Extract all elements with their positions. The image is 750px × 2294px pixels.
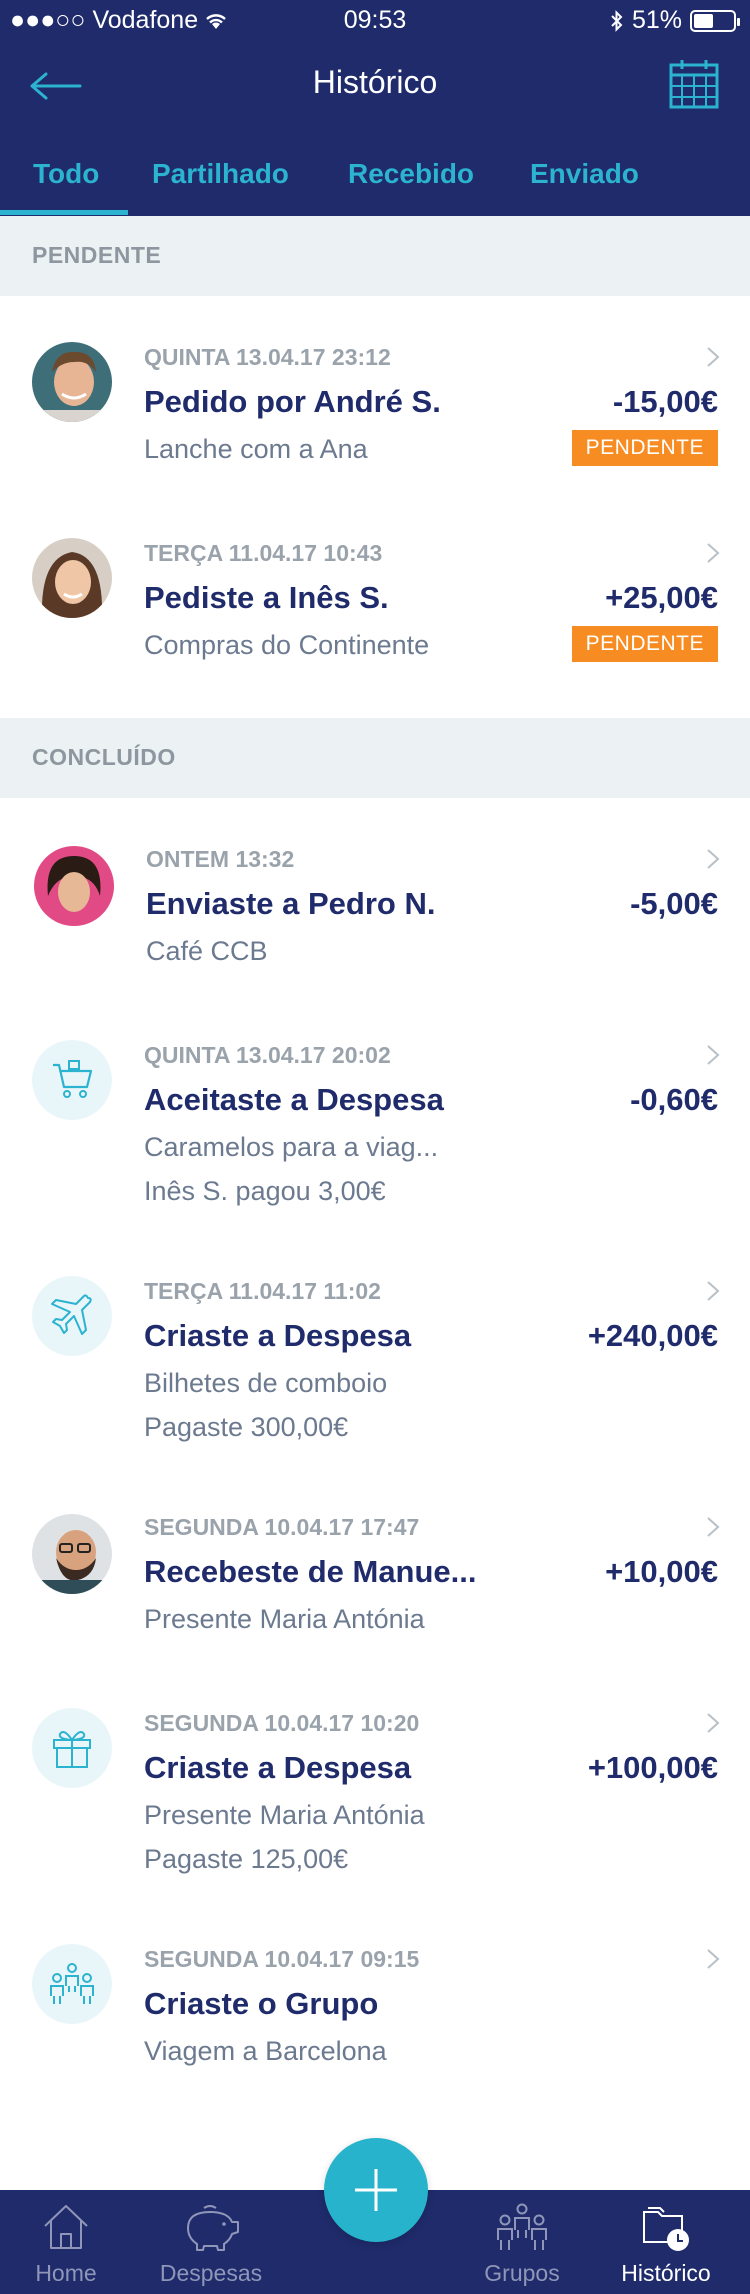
chevron-right-icon [707,849,720,869]
avatar [32,1040,112,1120]
item-title: Aceitaste a Despesa [144,1082,444,1117]
item-date: TERÇA 11.04.17 11:02 [144,1278,381,1304]
item-amount: -5,00€ [630,886,718,921]
chevron-right-icon [707,1713,720,1733]
section-label: CONCLUÍDO [32,744,176,770]
chevron-right-icon [707,347,720,367]
item-description: Caramelos para a viag... [144,1132,439,1162]
item-payment-note: Pagaste 125,00€ [144,1844,349,1874]
tab-todo[interactable]: Todo [33,158,99,190]
list-item[interactable]: TERÇA 11.04.17 10:43 Pediste a Inês S. C… [0,492,750,718]
item-description: Compras do Continente [144,630,430,660]
item-amount: +10,00€ [605,1554,718,1589]
section-label: PENDENTE [32,242,162,268]
chevron-right-icon [707,1045,720,1065]
item-title: Enviaste a Pedro N. [146,886,436,921]
status-badge: PENDENTE [571,430,718,466]
calendar-icon [669,60,719,109]
item-amount: -15,00€ [612,384,718,419]
nav-label: Grupos [484,2260,560,2286]
avatar [32,342,112,422]
status-badge: PENDENTE [571,626,718,662]
chevron-right-icon [707,1517,720,1537]
item-date: SEGUNDA 10.04.17 10:20 [144,1710,420,1736]
item-description: Presente Maria Antónia [144,1604,425,1634]
item-title: Criaste a Despesa [144,1750,412,1785]
list-item[interactable]: ONTEM 13:32 Enviaste a Pedro N. Café CCB… [0,798,750,994]
item-amount: +100,00€ [587,1750,718,1785]
item-date: QUINTA 13.04.17 23:12 [144,344,391,370]
chevron-right-icon [707,1949,720,1969]
add-button[interactable] [324,2138,428,2242]
bluetooth-icon [611,9,623,32]
section-header-done: CONCLUÍDO [0,718,750,798]
item-title: Criaste a Despesa [144,1318,412,1353]
tab-active-indicator [0,210,128,215]
tab-partilhado[interactable]: Partilhado [152,158,289,190]
chevron-right-icon [707,543,720,563]
page-title: Histórico [312,64,438,100]
gift-icon [53,1731,91,1768]
avatar [32,1708,112,1788]
header: Histórico Todo Partilhado Recebido Envia… [0,40,750,216]
item-amount: +25,00€ [605,580,718,615]
battery-percent: 51% [631,6,682,34]
home-icon [44,2205,88,2249]
item-title: Recebeste de Manue... [144,1554,477,1589]
nav-grupos[interactable]: Grupos [470,2190,574,2294]
status-bar: ●●●○○ Vodafone 09:53 51% [0,0,750,40]
item-date: ONTEM 13:32 [146,846,295,872]
airplane-icon [51,1294,92,1335]
history-folder-icon [643,2207,689,2251]
tab-bar: Todo Partilhado Recebido Enviado [0,144,750,216]
group-icon [497,2203,547,2250]
battery-icon [690,9,740,32]
piggy-bank-icon [187,2205,239,2251]
list-item[interactable]: QUINTA 13.04.17 23:12 Pedido por André S… [0,296,750,492]
list-item[interactable]: TERÇA 11.04.17 11:02 Criaste a Despesa B… [0,1230,750,1466]
tab-recebido[interactable]: Recebido [348,158,474,190]
item-title: Criaste o Grupo [144,1986,379,2021]
item-description: Bilhetes de comboio [144,1368,388,1398]
avatar [32,1944,112,2024]
section-header-pending: PENDENTE [0,216,750,296]
item-description: Viagem a Barcelona [144,2036,387,2066]
avatar [32,1514,112,1594]
item-date: SEGUNDA 10.04.17 09:15 [144,1946,420,1972]
avatar [32,1276,112,1356]
item-title: Pedido por André S. [144,384,441,419]
item-amount: -0,60€ [630,1082,718,1117]
item-payment-note: Pagaste 300,00€ [144,1412,349,1442]
list-item[interactable]: SEGUNDA 10.04.17 10:20 Criaste a Despesa… [0,1662,750,1898]
nav-label: Histórico [621,2260,711,2286]
item-payment-note: Inês S. pagou 3,00€ [144,1176,386,1206]
nav-home[interactable]: Home [14,2190,118,2294]
item-description: Lanche com a Ana [144,434,368,464]
nav-historico[interactable]: Histórico [606,2190,726,2294]
nav-label: Despesas [159,2260,263,2286]
item-title: Pediste a Inês S. [144,580,389,615]
list-item[interactable]: SEGUNDA 10.04.17 17:47 Recebeste de Manu… [0,1466,750,1662]
avatar [32,538,112,618]
item-amount: +240,00€ [587,1318,718,1353]
item-date: TERÇA 11.04.17 10:43 [144,540,383,566]
chevron-right-icon [707,1281,720,1301]
shopping-cart-icon [53,1060,93,1098]
nav-label: Home [35,2260,97,2286]
item-description: Café CCB [146,936,268,966]
item-date: SEGUNDA 10.04.17 17:47 [144,1514,420,1540]
list-item[interactable]: SEGUNDA 10.04.17 09:15 Criaste o Grupo V… [0,1898,750,2094]
calendar-button[interactable] [668,58,720,110]
plus-icon [355,2169,397,2211]
group-icon [50,1963,94,2004]
item-date: QUINTA 13.04.17 20:02 [144,1042,391,1068]
nav-despesas[interactable]: Despesas [146,2190,276,2294]
tab-enviado[interactable]: Enviado [530,158,639,190]
avatar [34,846,114,926]
item-description: Presente Maria Antónia [144,1800,425,1830]
list-item[interactable]: QUINTA 13.04.17 20:02 Aceitaste a Despes… [0,994,750,1230]
